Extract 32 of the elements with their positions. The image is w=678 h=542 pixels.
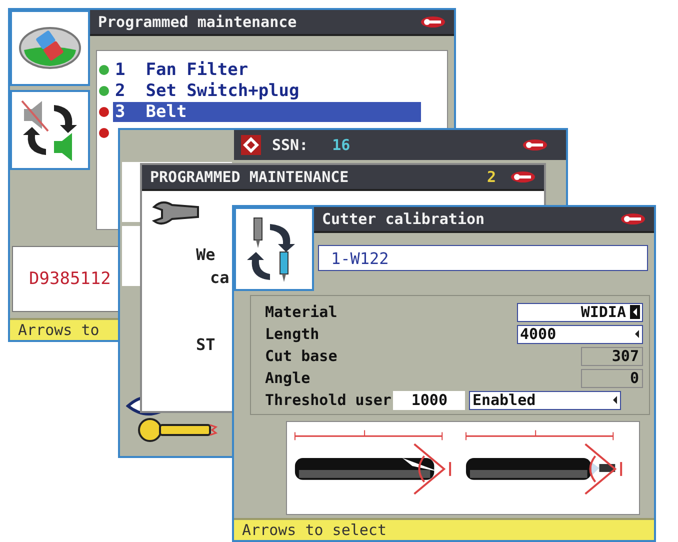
- window-title: PROGRAMMED MAINTENANCE: [150, 168, 349, 186]
- logo-icon: [522, 139, 548, 151]
- key-code-field[interactable]: 1-W122: [318, 245, 648, 271]
- ssn-label: SSN:: [272, 136, 308, 154]
- dropdown-arrow-icon[interactable]: [612, 395, 618, 405]
- field-label: Angle: [265, 369, 310, 387]
- field-label: Threshold user: [265, 391, 392, 409]
- list-item[interactable]: 2 Set Switch+plug: [113, 80, 421, 100]
- logo-icon: [510, 171, 536, 183]
- input-field[interactable]: 1000: [393, 390, 466, 410]
- value-field: 0: [581, 368, 643, 388]
- diamond-icon: [240, 134, 262, 156]
- field-label: Cut base: [265, 347, 338, 365]
- dropdown[interactable]: 4000: [517, 324, 643, 344]
- eraser-button-icon[interactable]: [18, 26, 82, 70]
- dropdown-arrow-icon[interactable]: [634, 329, 640, 339]
- dropdown[interactable]: Enabled: [469, 390, 622, 410]
- window-title: Cutter calibration: [322, 210, 485, 228]
- count: 2: [486, 168, 496, 186]
- window-title: Programmed maintenance: [98, 13, 297, 31]
- field-label: Length: [265, 325, 320, 343]
- logo-icon: [420, 16, 446, 28]
- dropdown[interactable]: WIDIA: [517, 302, 643, 322]
- logo-icon: [620, 213, 646, 225]
- status-bar: Arrows to select: [234, 518, 654, 540]
- list-item[interactable]: 3 Belt: [113, 102, 421, 122]
- list-item[interactable]: 1 Fan Filter: [113, 60, 421, 80]
- dropdown-arrow-icon[interactable]: [630, 305, 640, 319]
- value-field: 307: [581, 346, 643, 366]
- message-text: We: [195, 244, 216, 264]
- ssn-value: 16: [332, 136, 350, 154]
- message-text: ca: [209, 267, 230, 287]
